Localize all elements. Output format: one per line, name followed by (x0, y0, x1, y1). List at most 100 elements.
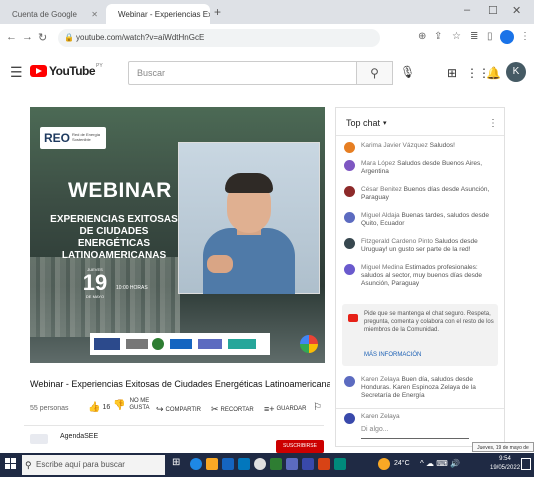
speaker-webcam (178, 142, 320, 294)
hamburger-menu-icon[interactable]: ☰ (10, 64, 23, 81)
save-label: GUARDAR (276, 406, 307, 412)
chevron-down-icon: ▾ (383, 120, 387, 127)
profile-avatar[interactable] (500, 30, 514, 44)
chat-author: Fitzgerald Cardeno Pinto (361, 238, 433, 245)
forward-icon[interactable]: → (22, 31, 33, 43)
search-icon: ⚲ (370, 66, 379, 80)
browser-menu-icon[interactable]: ⋮ (520, 31, 530, 42)
notifications-bell-icon[interactable]: 🔔 (486, 66, 501, 80)
event-date: JUEVES 19 DE MAYO (80, 267, 110, 299)
chat-author: Mara López (361, 160, 396, 167)
report-flag-icon[interactable]: ⚐ (313, 402, 322, 413)
notifications-icon[interactable] (521, 458, 531, 470)
sponsor-logo (198, 339, 222, 349)
edge-browser-icon[interactable] (190, 458, 202, 470)
url-text: youtube.com/watch?v=aiWdtHnGcE (76, 33, 205, 42)
excel-icon[interactable] (270, 458, 282, 470)
reload-icon[interactable]: ↻ (38, 31, 47, 44)
close-window-icon[interactable]: ✕ (512, 4, 521, 17)
reo-logo: REO Red de Energía Sostenible (40, 127, 106, 149)
windows-start-icon[interactable] (5, 458, 17, 470)
extension-icon[interactable]: ▯ (487, 31, 493, 42)
outlook-icon[interactable] (302, 458, 314, 470)
task-view-icon[interactable]: ⊞ (172, 457, 180, 468)
subscribe-button[interactable]: SUSCRIBIRSE (276, 440, 324, 453)
channel-avatar[interactable] (30, 434, 48, 444)
learn-more-link[interactable]: MÁS INFORMACIÓN (364, 352, 421, 358)
video-player[interactable]: REO Red de Energía Sostenible WEBINAR EX… (30, 107, 325, 363)
user-avatar[interactable]: K (506, 62, 526, 82)
sponsor-logo (126, 339, 148, 349)
browser-tab-webinar[interactable]: Webinar - Experiencias Ex ✕ (106, 4, 210, 24)
like-button[interactable]: 👍 16 (88, 402, 110, 413)
sponsor-logo (94, 338, 120, 350)
sponsor-logo (152, 338, 164, 350)
share-icon: ↪ (156, 404, 164, 414)
tab-label: Webinar - Experiencias Ex (118, 9, 210, 19)
close-tab-icon[interactable]: ✕ (91, 10, 98, 19)
clock-time: 9:54 (499, 456, 511, 462)
notice-text: Pide que se mantenga el chat seguro. Res… (364, 311, 494, 333)
clock-date: 19/05/2022 (490, 465, 521, 471)
chat-input[interactable]: Di algo... (361, 426, 469, 439)
event-time: 10:00 HORAS (116, 285, 148, 291)
save-button[interactable]: ≡+ GUARDAR (264, 404, 307, 414)
bookmark-star-icon[interactable]: ☆ (452, 31, 461, 42)
chat-input-divider (336, 408, 504, 409)
maximize-icon[interactable]: ☐ (488, 4, 498, 17)
chat-mode-dropdown[interactable]: Top chat ▾ (346, 118, 387, 128)
channel-name[interactable]: AgendaSEE (60, 433, 98, 440)
like-count: 16 (102, 404, 111, 411)
search-button[interactable]: ⚲ (356, 61, 393, 85)
back-icon[interactable]: ← (6, 31, 17, 43)
chat-avatar (344, 142, 355, 153)
speaker-hand (207, 255, 233, 273)
share-button[interactable]: ↪ COMPARTIR (156, 404, 201, 415)
youtube-logo[interactable]: YouTube PY (30, 63, 103, 78)
scissors-icon: ✂ (211, 404, 219, 414)
search-input[interactable]: Buscar (128, 61, 393, 85)
chat-author: César Benitez (361, 186, 402, 193)
chrome-icon[interactable] (254, 458, 266, 470)
youtube-small-icon (348, 314, 358, 322)
teams-icon[interactable] (286, 458, 298, 470)
app-icon[interactable] (334, 458, 346, 470)
word-icon[interactable] (238, 458, 250, 470)
date-day: 19 (82, 270, 108, 295)
system-tray-icons[interactable]: ^ ☁ ⌨ 🔊 (420, 459, 460, 468)
chat-message: César Benitez Buenos días desde Asunción… (344, 186, 494, 202)
powerpoint-icon[interactable] (318, 458, 330, 470)
chat-avatar (344, 160, 355, 171)
chat-avatar (344, 264, 355, 275)
youtube-play-icon (30, 65, 47, 77)
new-tab-icon[interactable]: + (214, 5, 221, 19)
file-explorer-icon[interactable] (206, 458, 218, 470)
taskbar-clock[interactable]: 9:54 19/05/2022 (490, 455, 520, 473)
minimize-icon[interactable]: – (464, 4, 470, 16)
weather-temperature[interactable]: 24°C (394, 460, 410, 467)
webinar-subheadline: EXPERIENCIAS EXITOSAS DE CIUDADES ENERGÉ… (50, 214, 178, 261)
chat-avatar (344, 238, 355, 249)
chat-message: Miguel Medina Estimados profesionales: s… (344, 264, 494, 288)
thumbs-down-icon: 👎 (113, 399, 126, 411)
taskbar-search-input[interactable]: ⚲ Escribe aquí para buscar (22, 455, 165, 475)
reading-list-icon[interactable]: ≣ (470, 31, 478, 42)
microphone-icon[interactable]: 🎙 (400, 65, 415, 79)
share-page-icon[interactable]: ⇪ (434, 31, 442, 42)
chat-safety-notice: Pide que se mantenga el chat seguro. Res… (342, 304, 498, 366)
weather-icon[interactable] (378, 458, 390, 470)
clip-button[interactable]: ✂ RECORTAR (211, 404, 254, 415)
date-tooltip: Jueves, 19 de mayo de 2022 (472, 442, 534, 461)
chat-avatar (344, 212, 355, 223)
address-bar[interactable]: 🔒 youtube.com/watch?v=aiWdtHnGcE (58, 29, 380, 47)
mail-icon[interactable] (222, 458, 234, 470)
chat-author: Miguel Medina (361, 264, 404, 271)
chat-menu-icon[interactable]: ⋮ (488, 118, 498, 129)
create-video-icon[interactable]: ⊞ (447, 66, 457, 80)
translate-icon[interactable]: ⊕ (418, 31, 426, 42)
speaker-hair (225, 173, 273, 193)
dislike-button[interactable]: 👎 NO ME GUSTA (113, 398, 151, 412)
browser-tab-google-account[interactable]: Cuenta de Google ✕ (4, 4, 104, 24)
viewer-count: 55 personas (30, 405, 69, 412)
chat-message: Karen Zelaya Buen día, saludos desde Hon… (344, 376, 494, 400)
